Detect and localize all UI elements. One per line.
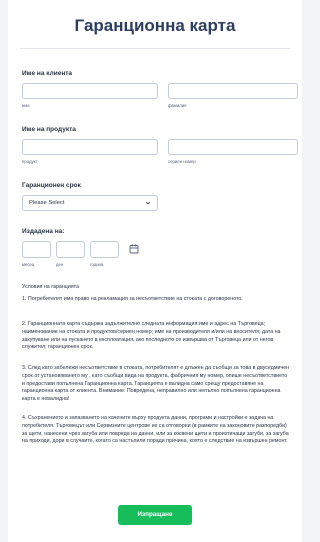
product-name-label: Име на продукта: [22, 126, 76, 133]
title-divider: [20, 48, 290, 49]
page-title: Гаранционна карта: [74, 16, 236, 35]
last-name-sublabel: фамилия: [168, 103, 187, 108]
serial-number-input[interactable]: [168, 139, 298, 155]
year-input[interactable]: [90, 241, 119, 258]
terms-paragraph-1: 1. Потребителят има право на рекламация …: [22, 296, 243, 302]
day-sublabel: ден: [56, 262, 64, 267]
calendar-icon[interactable]: [128, 243, 140, 255]
terms-paragraph-4: 4. Съхранението и запазването на каченит…: [22, 415, 289, 445]
year-sublabel: година: [90, 262, 104, 267]
product-sublabel: продукт: [22, 159, 38, 164]
warranty-period-select[interactable]: Please Select: [22, 195, 158, 211]
terms-paragraph-2: 2. Гаранционната карта съдържа задължите…: [22, 321, 281, 351]
last-name-input[interactable]: [168, 83, 298, 99]
warranty-form: Гаранционна карта Име на клиента име фам…: [8, 0, 302, 542]
client-name-label: Име на клиента: [22, 70, 73, 77]
terms-paragraph-3: 3. След като забележи несъответствие в с…: [22, 365, 290, 403]
product-input[interactable]: [22, 139, 158, 155]
chevron-down-icon: [145, 201, 151, 205]
warranty-period-label: Гаранционен срок: [22, 182, 81, 189]
warranty-period-value: Please Select: [29, 200, 65, 206]
first-name-sublabel: име: [22, 103, 30, 108]
terms-heading: Условия на гаранцията: [22, 284, 79, 290]
day-input[interactable]: [56, 241, 85, 258]
month-input[interactable]: [22, 241, 51, 258]
issued-date-label: Издадена на:: [22, 228, 65, 235]
first-name-input[interactable]: [22, 83, 158, 99]
month-sublabel: месец: [22, 262, 35, 267]
serial-number-sublabel: сериен номер: [168, 159, 196, 164]
submit-button[interactable]: Изпращане: [118, 505, 192, 525]
